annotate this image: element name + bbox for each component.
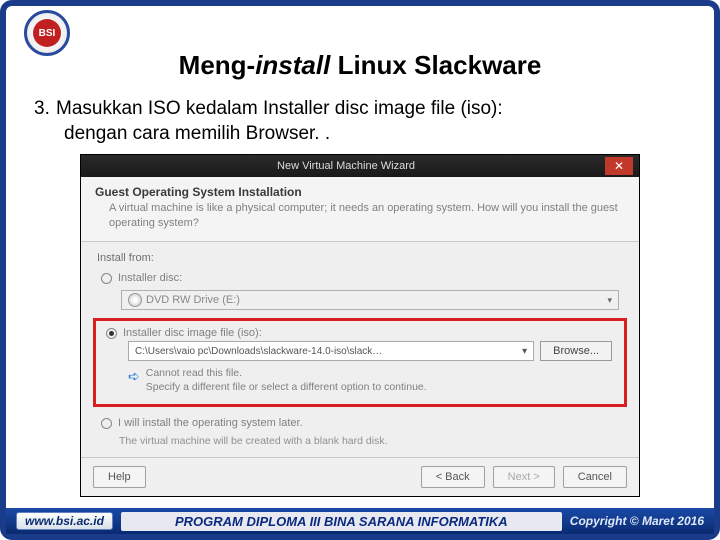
wizard-window-title: New Virtual Machine Wizard (87, 160, 605, 172)
option-iso-label: Installer disc image file (iso): (123, 327, 262, 339)
step-line1: Masukkan ISO kedalam Installer disc imag… (56, 98, 503, 119)
logo-text: BSI (33, 19, 61, 47)
slide-title: Meng-install Linux Slackware (6, 50, 714, 81)
wizard-window: New Virtual Machine Wizard ✕ Guest Opera… (80, 154, 640, 497)
title-post: Linux Slackware (330, 50, 541, 80)
radio-installer-disc[interactable] (101, 273, 112, 284)
slide-footer-bar: www.bsi.ac.id PROGRAM DIPLOMA III BINA S… (6, 508, 714, 534)
disc-drive-label: DVD RW Drive (E:) (146, 294, 240, 306)
next-button[interactable]: Next > (493, 466, 555, 488)
disc-icon (128, 293, 142, 307)
slide-frame: BSI Meng-install Linux Slackware 3.Masuk… (0, 0, 720, 540)
guest-os-title: Guest Operating System Installation (95, 185, 625, 199)
step-text: 3.Masukkan ISO kedalam Installer disc im… (34, 97, 686, 146)
chevron-down-icon: ▾ (522, 346, 527, 357)
option-install-later[interactable]: I will install the operating system late… (81, 413, 639, 433)
help-button[interactable]: Help (93, 466, 146, 488)
disc-drive-combo[interactable]: DVD RW Drive (E:) ▾ (121, 290, 619, 310)
close-icon: ✕ (614, 159, 624, 173)
option-install-later-label: I will install the operating system late… (118, 417, 303, 429)
bsi-logo: BSI (24, 10, 70, 56)
option-installer-disc-label: Installer disc: (118, 272, 182, 284)
warning-line2: Specify a different file or select a dif… (146, 381, 427, 393)
arrow-right-icon: ➪ (128, 367, 140, 394)
wizard-header: Guest Operating System Installation A vi… (81, 177, 639, 242)
step-line2: dengan cara memilih Browser. . (64, 122, 686, 147)
radio-iso[interactable] (106, 328, 117, 339)
iso-path-value: C:\Users\vaio pc\Downloads\slackware-14.… (135, 346, 382, 357)
guest-os-subtitle: A virtual machine is like a physical com… (95, 201, 625, 231)
chevron-down-icon: ▾ (607, 295, 612, 306)
footer-copyright: Copyright © Maret 2016 (570, 514, 704, 528)
footer-program: PROGRAM DIPLOMA III BINA SARANA INFORMAT… (121, 512, 562, 531)
cancel-button[interactable]: Cancel (563, 466, 627, 488)
install-from-label: Install from: (81, 242, 639, 268)
step-number: 3. (34, 97, 56, 122)
wizard-footer: Help < Back Next > Cancel (81, 457, 639, 496)
title-pre: Meng- (179, 50, 256, 80)
title-italic: install (255, 50, 330, 80)
install-later-subtitle: The virtual machine will be created with… (119, 435, 619, 447)
footer-url: www.bsi.ac.id (16, 512, 113, 530)
option-iso[interactable]: Installer disc image file (iso): (102, 327, 618, 339)
back-button[interactable]: < Back (421, 466, 485, 488)
browse-button[interactable]: Browse... (540, 341, 612, 361)
highlighted-option: Installer disc image file (iso): C:\User… (93, 318, 627, 407)
wizard-titlebar: New Virtual Machine Wizard ✕ (81, 155, 639, 177)
radio-install-later[interactable] (101, 418, 112, 429)
close-button[interactable]: ✕ (605, 157, 633, 175)
iso-path-combo[interactable]: C:\Users\vaio pc\Downloads\slackware-14.… (128, 341, 534, 361)
warning-line1: Cannot read this file. (146, 367, 242, 379)
option-installer-disc[interactable]: Installer disc: (81, 268, 639, 288)
warning-row: ➪ Cannot read this file. Specify a diffe… (128, 367, 612, 394)
